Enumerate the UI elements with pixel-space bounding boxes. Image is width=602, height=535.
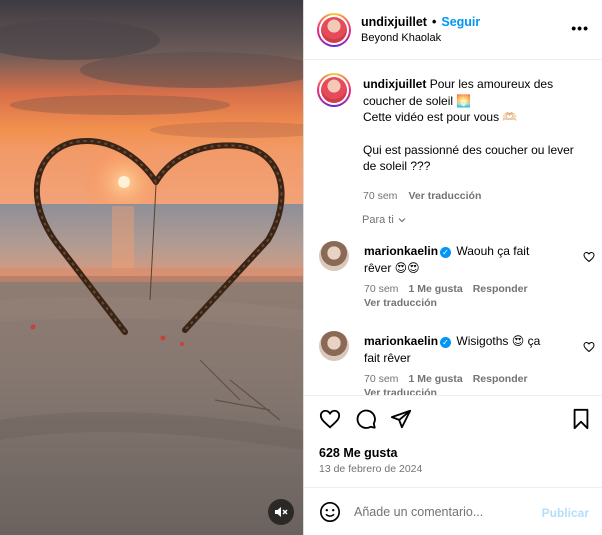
follow-button[interactable]: Seguir	[441, 15, 480, 29]
mute-button[interactable]	[268, 499, 294, 525]
like-heart-icon[interactable]	[319, 408, 341, 430]
post-location[interactable]: Beyond Khaolak	[361, 32, 441, 44]
comment-time[interactable]: 70 sem	[364, 373, 398, 385]
reply-button[interactable]: Responder	[473, 283, 528, 295]
comment-likes[interactable]: 1 Me gusta	[408, 283, 462, 295]
share-paper-plane-icon[interactable]	[390, 408, 412, 430]
verified-badge-icon: ✓	[440, 247, 452, 258]
comment-composer: Publicar	[304, 487, 602, 535]
commenter-avatar[interactable]	[319, 241, 349, 271]
post-detail-panel: undixjuillet • Seguir Beyond Khaolak •••…	[303, 0, 602, 535]
commenter-avatar[interactable]	[319, 331, 349, 361]
publish-button[interactable]: Publicar	[542, 506, 589, 520]
like-comment-heart-icon[interactable]	[583, 251, 595, 263]
emoji-icon[interactable]	[319, 501, 341, 523]
verified-badge-icon: ✓	[440, 337, 452, 348]
post-actions: 628 Me gusta 13 de febrero de 2024	[304, 395, 602, 487]
author-username[interactable]: undixjuillet	[361, 15, 427, 29]
caption-line-2: Cette vidéo est pour vous 🫶🏻	[363, 110, 518, 124]
author-avatar[interactable]	[317, 13, 351, 47]
post-date[interactable]: 13 de febrero de 2024	[319, 463, 422, 475]
commenter-username[interactable]: marionkaelin	[364, 244, 438, 258]
comment-translate-link[interactable]: Ver traducción	[364, 297, 437, 309]
comment-bubble-icon[interactable]	[355, 408, 377, 430]
caption-translate-link[interactable]: Ver traducción	[408, 190, 481, 202]
comment-sort-dropdown[interactable]: Para ti	[362, 214, 407, 226]
likes-count[interactable]: 628 Me gusta	[319, 446, 398, 460]
commenter-username[interactable]: marionkaelin	[364, 334, 438, 348]
save-bookmark-icon[interactable]	[571, 408, 591, 430]
comment-translate-link[interactable]: Ver traducción	[364, 387, 437, 395]
reply-button[interactable]: Responder	[473, 373, 528, 385]
chevron-down-icon	[398, 218, 406, 223]
comments-scroll-area[interactable]: undixjuillet Pour les amoureux des couch…	[304, 61, 602, 395]
sunset-heart-image	[0, 0, 303, 535]
speaker-muted-icon	[275, 507, 288, 517]
more-options-icon[interactable]: •••	[571, 20, 589, 36]
post-video[interactable]	[0, 0, 303, 535]
caption-author-avatar[interactable]	[317, 73, 351, 107]
for-you-label: Para ti	[362, 214, 394, 226]
caption-time[interactable]: 70 sem	[363, 190, 397, 202]
caption-line-3: Qui est passionné des coucher ou lever d…	[363, 142, 574, 174]
post-header: undixjuillet • Seguir Beyond Khaolak •••	[304, 0, 602, 60]
like-comment-heart-icon[interactable]	[583, 341, 595, 353]
comment-likes[interactable]: 1 Me gusta	[408, 373, 462, 385]
comment-input[interactable]	[354, 501, 534, 523]
caption-username[interactable]: undixjuillet	[363, 77, 426, 91]
comment-time[interactable]: 70 sem	[364, 283, 398, 295]
separator-dot: •	[431, 15, 437, 29]
